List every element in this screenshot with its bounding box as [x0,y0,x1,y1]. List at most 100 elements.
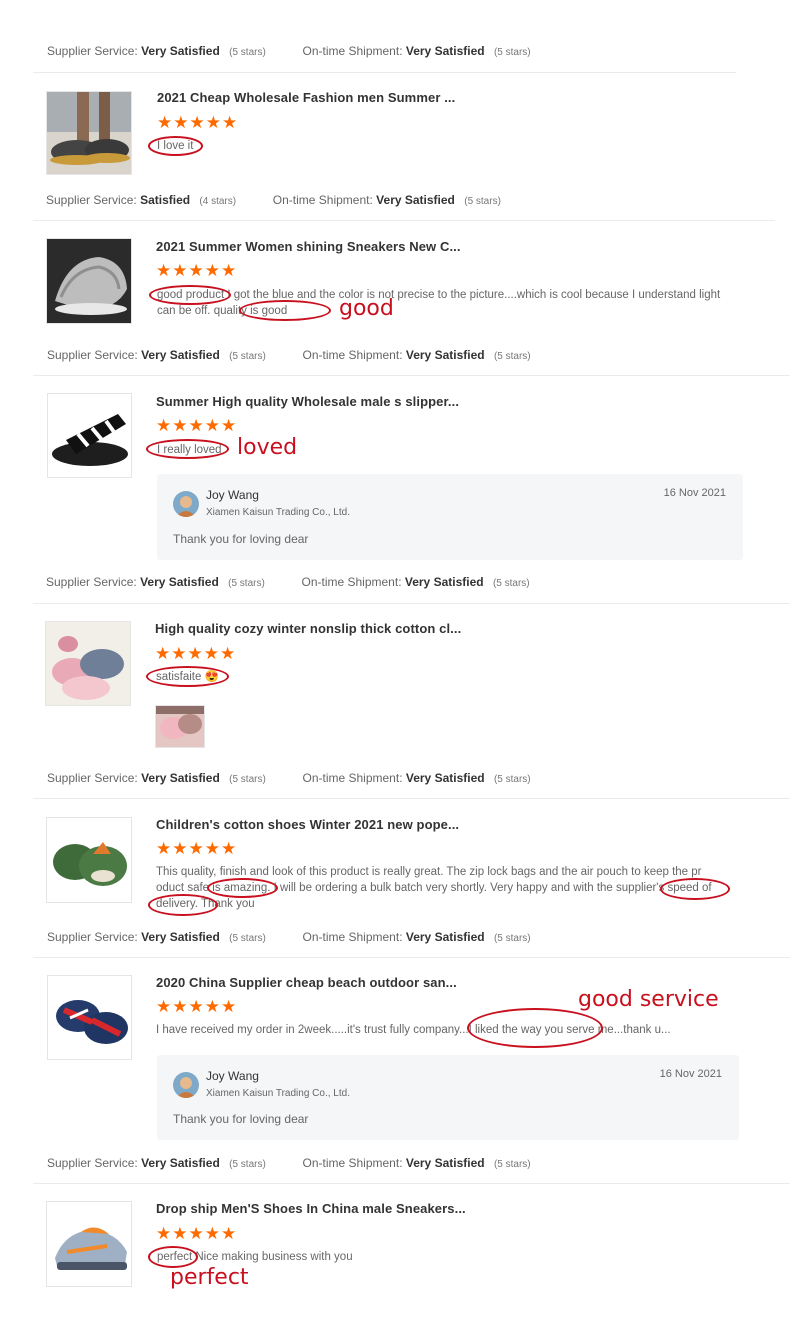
ontime-shipment-label: On-time Shipment: [301,575,402,589]
ontime-shipment-value: Very Satisfied [405,771,485,785]
review-photo-icon [156,706,204,747]
reply-text: Thank you for loving dear [173,532,309,546]
supplier-service-label: Supplier Service: [46,193,137,207]
ontime-shipment-stars: (5 stars) [493,1159,531,1170]
product-title[interactable]: Children's cotton shoes Winter 2021 new … [156,817,459,832]
slipper-photo-icon [48,394,131,477]
product-title[interactable]: 2020 China Supplier cheap beach outdoor … [156,975,457,990]
supplier-service-stars: (5 stars) [229,47,266,58]
supplier-service-value: Very Satisfied [141,930,220,944]
supplier-service-value: Very Satisfied [141,348,220,362]
ontime-shipment-stars: (5 stars) [493,351,531,362]
supplier-service-label: Supplier Service: [47,1156,138,1170]
ontime-shipment-label: On-time Shipment: [302,930,403,944]
annotation-oval [239,300,331,321]
supplier-service-stars: (5 stars) [228,578,265,589]
annotation-oval [148,136,203,156]
annotation-oval [467,1008,603,1048]
beach-sandal-photo-icon [48,976,131,1059]
star-rating: ★★★★★ [155,644,237,663]
star-rating: ★★★★★ [156,416,238,435]
divider [33,220,775,221]
product-title[interactable]: Drop ship Men'S Shoes In China male Snea… [156,1201,466,1216]
annotation-oval [146,666,229,687]
mens-sneaker-photo-icon [47,1202,131,1286]
product-title[interactable]: 2021 Summer Women shining Sneakers New C… [156,239,461,254]
star-rating: ★★★★★ [156,261,238,280]
annotation-label: good service [578,987,719,1012]
product-title[interactable]: High quality cozy winter nonslip thick c… [155,621,461,636]
rating-summary: Supplier Service: Very Satisfied (5 star… [47,348,531,362]
reply-company: Xiamen Kaisun Trading Co., Ltd. [206,1088,350,1099]
ontime-shipment-label: On-time Shipment: [302,1156,403,1170]
product-thumbnail[interactable] [47,975,132,1060]
reply-text: Thank you for loving dear [173,1112,309,1126]
star-rating: ★★★★★ [156,1224,238,1243]
ontime-shipment-stars: (5 stars) [493,774,531,785]
ontime-shipment-value: Very Satisfied [404,575,484,589]
avatar [173,1072,199,1098]
avatar-icon [173,1072,199,1098]
supplier-service-stars: (4 stars) [199,196,237,207]
rating-summary: Supplier Service: Satisfied (4 stars) On… [46,193,501,207]
annotation-label: loved [237,435,298,460]
annotation-oval [149,285,231,305]
ontime-shipment-value: Very Satisfied [376,193,455,207]
supplier-service-value: Satisfied [140,193,191,207]
review-photo[interactable] [155,705,205,748]
supplier-service-label: Supplier Service: [47,44,138,58]
product-thumbnail[interactable] [46,817,132,903]
kids-cotton-shoes-photo-icon [47,818,131,902]
ontime-shipment-value: Very Satisfied [405,1156,485,1170]
supplier-service-value: Very Satisfied [141,771,220,785]
supplier-service-label: Supplier Service: [47,771,138,785]
avatar-icon [173,491,199,517]
ontime-shipment-stars: (5 stars) [492,578,530,589]
divider [33,72,736,73]
annotation-oval [146,439,229,459]
ontime-shipment-value: Very Satisfied [405,348,485,362]
ontime-shipment-label: On-time Shipment: [302,348,403,362]
reply-date: 16 Nov 2021 [659,1068,722,1080]
ontime-shipment-stars: (5 stars) [493,933,531,944]
supplier-service-value: Very Satisfied [141,44,220,58]
cotton-slippers-photo-icon [46,622,130,705]
rating-summary: Supplier Service: Very Satisfied (5 star… [47,930,531,944]
ontime-shipment-label: On-time Shipment: [302,771,403,785]
product-thumbnail[interactable] [46,91,132,175]
product-thumbnail[interactable] [46,238,132,324]
annotation-label: good [339,296,394,321]
sneaker-photo-icon [47,239,131,323]
supplier-service-label: Supplier Service: [47,348,138,362]
supplier-service-label: Supplier Service: [47,930,138,944]
product-title[interactable]: 2021 Cheap Wholesale Fashion men Summer … [157,90,455,105]
supplier-service-stars: (5 stars) [229,351,266,362]
product-thumbnail[interactable] [46,1201,132,1287]
star-rating: ★★★★★ [156,997,238,1016]
divider [33,1183,790,1184]
divider [33,957,790,958]
ontime-shipment-stars: (5 stars) [493,47,531,58]
rating-summary: Supplier Service: Very Satisfied (5 star… [47,1156,531,1170]
reply-author: Joy Wang [206,1069,259,1083]
supplier-service-value: Very Satisfied [140,575,219,589]
reply-date: 16 Nov 2021 [663,487,726,499]
supplier-service-value: Very Satisfied [141,1156,220,1170]
annotation-label: perfect [170,1265,249,1290]
product-thumbnail[interactable] [47,393,132,478]
divider [33,375,790,376]
ontime-shipment-label: On-time Shipment: [272,193,373,207]
divider [33,603,790,604]
ontime-shipment-value: Very Satisfied [405,930,485,944]
star-rating: ★★★★★ [156,839,238,858]
supplier-service-stars: (5 stars) [229,933,266,944]
sandal-photo-icon [47,92,131,174]
product-thumbnail[interactable] [45,621,131,706]
avatar [173,491,199,517]
rating-summary: Supplier Service: Very Satisfied (5 star… [47,44,531,58]
star-rating: ★★★★★ [157,113,239,132]
product-title[interactable]: Summer High quality Wholesale male s sli… [156,394,459,409]
supplier-service-stars: (5 stars) [229,1159,266,1170]
rating-summary: Supplier Service: Very Satisfied (5 star… [46,575,530,589]
annotation-oval [148,894,218,916]
